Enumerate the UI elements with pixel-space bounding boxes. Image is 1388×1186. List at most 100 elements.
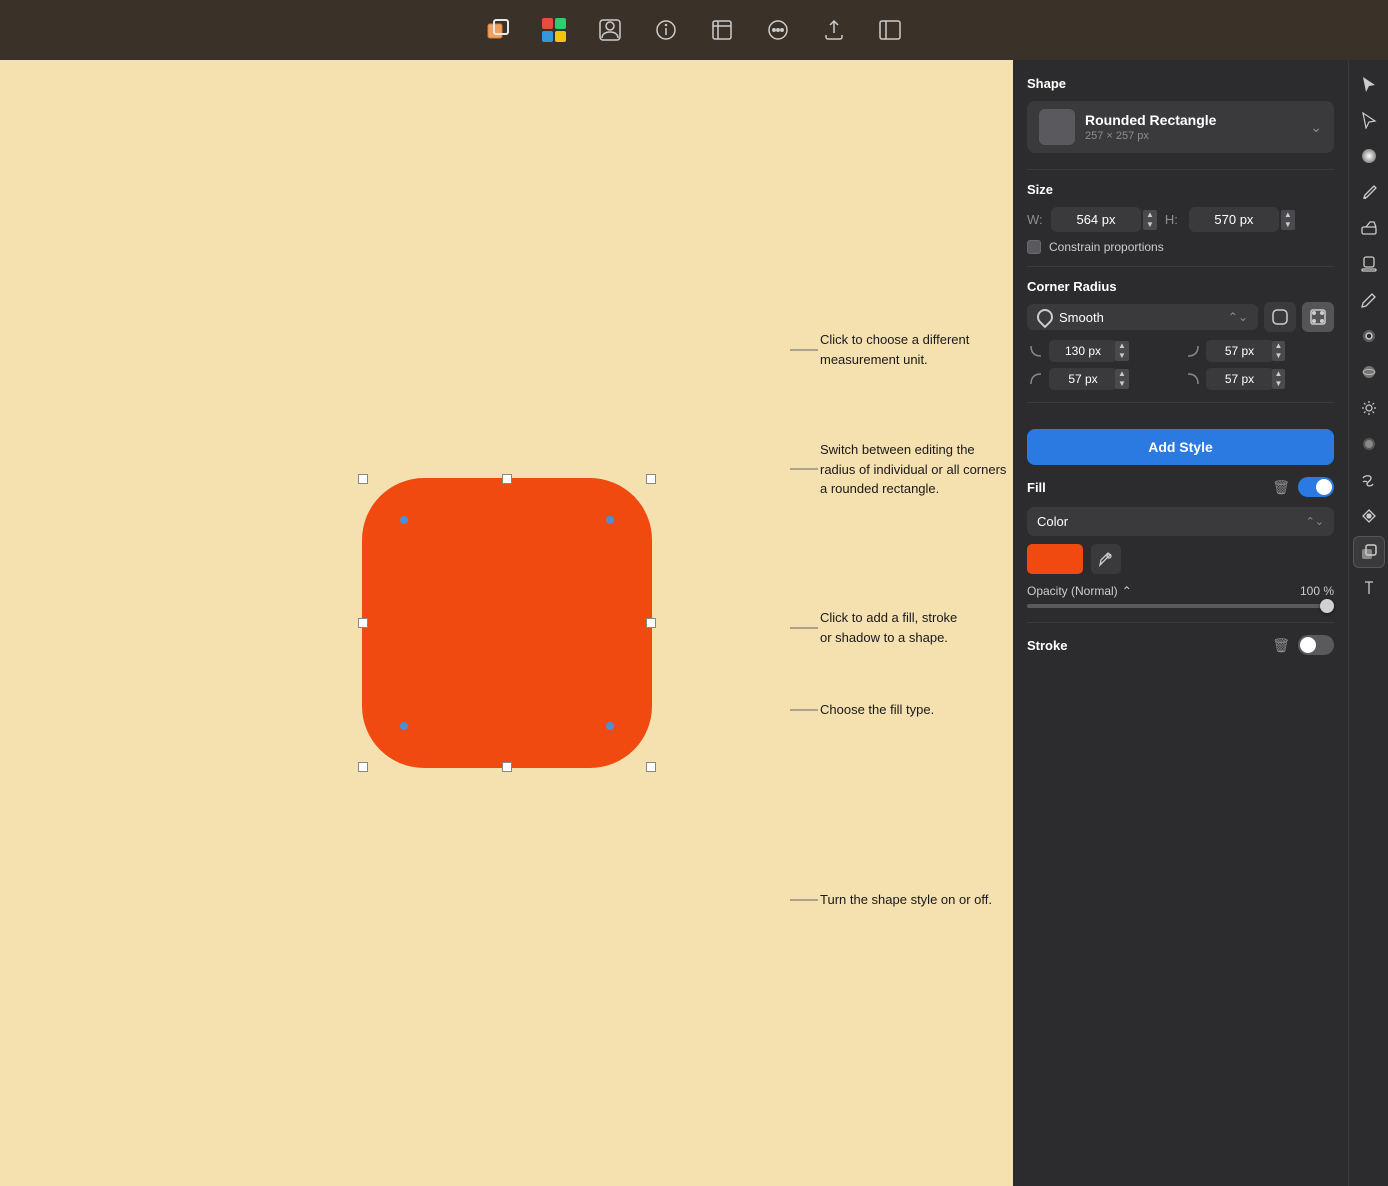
eraser-btn[interactable] <box>1353 212 1385 244</box>
stroke-controls: 🗑 <box>1272 635 1334 655</box>
blur-btn[interactable] <box>1353 320 1385 352</box>
height-stepper[interactable]: ▲ ▼ <box>1281 210 1295 230</box>
corner-br-inc[interactable]: ▲ <box>1272 369 1286 379</box>
stroke-delete-icon[interactable]: 🗑 <box>1272 637 1290 654</box>
constrain-row: Constrain proportions <box>1027 240 1334 254</box>
shapes-tool-icon[interactable] <box>482 14 514 46</box>
corner-br-dec[interactable]: ▼ <box>1272 379 1286 389</box>
corner-radius-handle-br[interactable] <box>606 722 614 730</box>
shapes-panel-btn[interactable] <box>1353 536 1385 568</box>
corner-tr-inc[interactable]: ▲ <box>1272 341 1286 351</box>
eyedropper-button[interactable] <box>1091 544 1121 574</box>
corner-tl-dec[interactable]: ▼ <box>1115 351 1129 361</box>
sidebar-icon[interactable] <box>874 14 906 46</box>
sun-btn[interactable] <box>1353 392 1385 424</box>
corner-individual-btn[interactable] <box>1302 302 1334 332</box>
fill-type-selector[interactable]: Color ⌃⌄ <box>1027 507 1334 536</box>
smooth-stepper: ⌃⌄ <box>1228 310 1248 324</box>
corner-tl-stepper[interactable]: ▲ ▼ <box>1115 341 1129 361</box>
resize-icon[interactable] <box>706 14 738 46</box>
add-style-button[interactable]: Add Style <box>1027 429 1334 465</box>
handle-bot-left[interactable] <box>358 762 368 772</box>
brush-btn[interactable] <box>1353 176 1385 208</box>
fill-title: Fill <box>1027 480 1046 495</box>
corner-radius-handle-tl[interactable] <box>400 516 408 524</box>
shape-thumbnail <box>1039 109 1075 145</box>
colors-icon[interactable] <box>538 14 570 46</box>
divider-2 <box>1027 266 1334 267</box>
info-icon[interactable] <box>650 14 682 46</box>
width-decrement[interactable]: ▼ <box>1143 220 1157 230</box>
smooth-dropdown[interactable]: Smooth ⌃⌄ <box>1027 304 1258 330</box>
corner-br-input[interactable] <box>1206 368 1274 390</box>
handle-top-mid[interactable] <box>502 474 512 484</box>
handle-mid-right[interactable] <box>646 618 656 628</box>
height-increment[interactable]: ▲ <box>1281 210 1295 220</box>
handle-bot-mid[interactable] <box>502 762 512 772</box>
size-section-title: Size <box>1027 182 1334 197</box>
opacity-slider-thumb[interactable] <box>1320 599 1334 613</box>
fill-type-label: Color <box>1037 514 1068 529</box>
type-btn[interactable] <box>1353 572 1385 604</box>
corner-bl-input[interactable] <box>1049 368 1117 390</box>
corner-bl-dec[interactable]: ▼ <box>1115 379 1129 389</box>
corner-radius-title: Corner Radius <box>1027 279 1334 294</box>
handle-mid-left[interactable] <box>358 618 368 628</box>
shape-type-selector[interactable]: Rounded Rectangle 257 × 257 px ⌄ <box>1027 101 1334 153</box>
wind-btn[interactable] <box>1353 464 1385 496</box>
select-tool-btn[interactable] <box>1353 68 1385 100</box>
corner-tr-input[interactable] <box>1206 340 1274 362</box>
pencil-btn[interactable] <box>1353 284 1385 316</box>
more-icon[interactable] <box>762 14 794 46</box>
gradient-btn[interactable] <box>1353 140 1385 172</box>
corner-tr-dec[interactable]: ▼ <box>1272 351 1286 361</box>
corner-tl-input[interactable] <box>1049 340 1117 362</box>
width-stepper[interactable]: ▲ ▼ <box>1143 210 1157 230</box>
panel-scroll-content: Shape Rounded Rectangle 257 × 257 px ⌄ S… <box>1013 60 1348 1186</box>
corner-radius-handle-bl[interactable] <box>400 722 408 730</box>
contact-icon[interactable] <box>594 14 626 46</box>
titlebar <box>0 0 1388 60</box>
corner-input-tl: ▲ ▼ <box>1027 340 1178 362</box>
fill-delete-icon[interactable]: 🗑 <box>1272 479 1290 496</box>
width-increment[interactable]: ▲ <box>1143 210 1157 220</box>
handle-top-right[interactable] <box>646 474 656 484</box>
export-icon[interactable] <box>818 14 850 46</box>
corner-radius-handle-tr[interactable] <box>606 516 614 524</box>
canvas-area[interactable] <box>0 60 1013 1186</box>
constrain-checkbox[interactable] <box>1027 240 1041 254</box>
smooth-label: Smooth <box>1059 310 1222 325</box>
dark-circle-btn[interactable] <box>1353 428 1385 460</box>
corner-input-br: ▲ ▼ <box>1184 368 1335 390</box>
corner-mode-row: Smooth ⌃⌄ <box>1027 302 1334 332</box>
opacity-chevron[interactable]: ⌃ <box>1122 584 1132 598</box>
stroke-header: Stroke 🗑 <box>1027 635 1334 655</box>
corner-tl-inc[interactable]: ▲ <box>1115 341 1129 351</box>
corner-bl-inc[interactable]: ▲ <box>1115 369 1129 379</box>
corner-br-stepper[interactable]: ▲ ▼ <box>1272 369 1286 389</box>
height-decrement[interactable]: ▼ <box>1281 220 1295 230</box>
fill-color-swatch[interactable] <box>1027 544 1083 574</box>
shape-size-label: 257 × 257 px <box>1085 130 1300 142</box>
direct-select-btn[interactable] <box>1353 104 1385 136</box>
height-input[interactable] <box>1189 207 1279 232</box>
right-toolbar <box>1348 60 1388 1186</box>
stamp-btn[interactable] <box>1353 248 1385 280</box>
constrain-label: Constrain proportions <box>1049 240 1164 254</box>
corner-tr-stepper[interactable]: ▲ ▼ <box>1272 341 1286 361</box>
width-input[interactable] <box>1051 207 1141 232</box>
pen-btn[interactable] <box>1353 500 1385 532</box>
corner-bl-stepper[interactable]: ▲ ▼ <box>1115 369 1129 389</box>
shape-selector-chevron: ⌄ <box>1310 119 1322 136</box>
sphere-btn[interactable] <box>1353 356 1385 388</box>
fill-header: Fill 🗑 <box>1027 477 1334 497</box>
fill-toggle[interactable] <box>1298 477 1334 497</box>
handle-bot-right[interactable] <box>646 762 656 772</box>
shape-info: Rounded Rectangle 257 × 257 px <box>1085 112 1300 142</box>
corner-all-btn[interactable] <box>1264 302 1296 332</box>
handle-top-left[interactable] <box>358 474 368 484</box>
opacity-slider[interactable] <box>1027 604 1334 608</box>
shape-name-label: Rounded Rectangle <box>1085 112 1300 128</box>
fill-type-arrows: ⌃⌄ <box>1306 515 1324 528</box>
stroke-toggle[interactable] <box>1298 635 1334 655</box>
